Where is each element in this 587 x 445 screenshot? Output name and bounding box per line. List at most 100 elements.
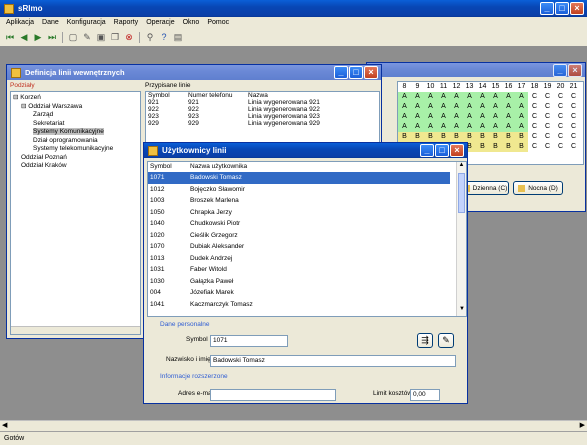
- schedule-cell[interactable]: C: [554, 112, 567, 122]
- schedule-cell[interactable]: C: [554, 132, 567, 142]
- schedule-cell[interactable]: B: [411, 132, 424, 142]
- table-row[interactable]: 922 922 Linia wygenerowana 922: [146, 106, 379, 113]
- schedule-cell[interactable]: A: [424, 102, 437, 112]
- schedule-cell[interactable]: C: [541, 92, 554, 102]
- schedule-cell[interactable]: A: [424, 92, 437, 102]
- help-icon[interactable]: ?: [158, 31, 170, 43]
- structure-tree[interactable]: ⊟ Korzeń ⊟ Oddział Warszawa Zarząd Sekre…: [10, 91, 141, 335]
- schedule-cell[interactable]: B: [502, 132, 515, 142]
- table-row[interactable]: 004 Józefiak Marek: [148, 287, 450, 299]
- schedule-cell[interactable]: C: [541, 112, 554, 122]
- schedule-cell[interactable]: A: [450, 92, 463, 102]
- menu-item-raporty[interactable]: Raporty: [114, 19, 139, 27]
- schedule-cell[interactable]: A: [489, 122, 502, 132]
- schedule-cell[interactable]: A: [502, 102, 515, 112]
- schedule-cell[interactable]: C: [567, 122, 580, 132]
- schedule-cell[interactable]: A: [450, 112, 463, 122]
- schedule-cell[interactable]: A: [489, 112, 502, 122]
- schedule-cell[interactable]: C: [554, 122, 567, 132]
- table-row[interactable]: 1071 Badowski Tomasz: [148, 172, 450, 184]
- schedule-cell[interactable]: B: [424, 132, 437, 142]
- schedule-cell[interactable]: A: [515, 122, 528, 132]
- search-icon[interactable]: ⚲: [144, 31, 156, 43]
- schedule-cell[interactable]: B: [437, 132, 450, 142]
- menu-item-aplikacja[interactable]: Aplikacja: [6, 19, 34, 27]
- schedule-cell[interactable]: C: [567, 92, 580, 102]
- menu-item-konfiguracja[interactable]: Konfiguracja: [67, 19, 106, 27]
- table-row[interactable]: 1030 Gałązka Paweł: [148, 276, 450, 288]
- table-row[interactable]: 1050 Chrapka Jerzy: [148, 207, 450, 219]
- schedule-cell[interactable]: C: [528, 142, 541, 152]
- schedule-cell[interactable]: A: [476, 102, 489, 112]
- symbol-input[interactable]: 1071: [210, 335, 288, 347]
- schedule-cell[interactable]: A: [437, 102, 450, 112]
- tree-node[interactable]: Dział oprogramowania: [13, 137, 138, 146]
- users-maximize-button[interactable]: □: [435, 144, 449, 157]
- schedule-cell[interactable]: C: [528, 102, 541, 112]
- name-input[interactable]: Badowski Tomasz: [210, 355, 456, 367]
- schedule-cell[interactable]: C: [528, 122, 541, 132]
- schedule-cell[interactable]: C: [554, 142, 567, 152]
- table-row[interactable]: 929 929 Linia wygenerowana 929: [146, 120, 379, 127]
- schedule-cell[interactable]: C: [567, 102, 580, 112]
- definition-minimize-button[interactable]: _: [334, 66, 348, 79]
- menu-item-dane[interactable]: Dane: [42, 19, 59, 27]
- next-record-icon[interactable]: ▶: [32, 31, 44, 43]
- last-record-icon[interactable]: ⏭: [46, 31, 58, 43]
- schedule-cell[interactable]: C: [541, 102, 554, 112]
- schedule-cell[interactable]: A: [424, 122, 437, 132]
- schedule-cell[interactable]: A: [463, 92, 476, 102]
- menu-item-okno[interactable]: Okno: [183, 19, 200, 27]
- schedule-cell[interactable]: A: [411, 122, 424, 132]
- schedule-cell[interactable]: C: [554, 92, 567, 102]
- schedule-cell[interactable]: A: [463, 122, 476, 132]
- schedule-cell[interactable]: A: [502, 92, 515, 102]
- schedule-cell[interactable]: A: [463, 102, 476, 112]
- schedule-cell[interactable]: B: [489, 132, 502, 142]
- definition-maximize-button[interactable]: □: [349, 66, 363, 79]
- users-scrollbar[interactable]: ▲ ▼: [456, 162, 466, 316]
- schedule-cell[interactable]: C: [567, 112, 580, 122]
- workspace-scrollbar[interactable]: ◀ ▶: [0, 420, 587, 430]
- schedule-cell[interactable]: A: [437, 122, 450, 132]
- tree-scrollbar[interactable]: [11, 326, 140, 334]
- scroll-up-icon[interactable]: ▲: [457, 162, 466, 172]
- maximize-button[interactable]: □: [555, 2, 569, 15]
- table-row[interactable]: 1031 Faber Witold: [148, 264, 450, 276]
- tree-node[interactable]: Oddział Kraków: [13, 162, 138, 171]
- schedule-cell[interactable]: A: [450, 122, 463, 132]
- copy-icon[interactable]: ❐: [109, 31, 121, 43]
- scroll-right-icon[interactable]: ▶: [580, 421, 585, 429]
- tree-node[interactable]: Systemy Komunikacyjne: [13, 128, 138, 137]
- schedule-cell[interactable]: A: [515, 112, 528, 122]
- tree-node[interactable]: Oddział Poznań: [13, 154, 138, 163]
- new-document-icon[interactable]: ▢: [67, 31, 79, 43]
- schedule-cell[interactable]: B: [515, 142, 528, 152]
- schedule-cell[interactable]: B: [476, 132, 489, 142]
- menu-item-pomoc[interactable]: Pomoc: [207, 19, 229, 27]
- table-row[interactable]: 1013 Dudek Andrzej: [148, 253, 450, 265]
- edit-user-button[interactable]: ✎: [438, 333, 454, 348]
- schedule-close-button[interactable]: ×: [568, 63, 582, 77]
- schedule-cell[interactable]: A: [424, 112, 437, 122]
- email-input[interactable]: [210, 389, 336, 401]
- schedule-cell[interactable]: B: [489, 142, 502, 152]
- tree-node[interactable]: Systemy telekomunikacyjne: [13, 145, 138, 154]
- tree-node[interactable]: Zarząd: [13, 111, 138, 120]
- schedule-cell[interactable]: B: [450, 132, 463, 142]
- table-row[interactable]: 1070 Dubiak Aleksander: [148, 241, 450, 253]
- table-row[interactable]: 1003 Broszek Marlena: [148, 195, 450, 207]
- table-icon[interactable]: ▤: [172, 31, 184, 43]
- schedule-cell[interactable]: C: [541, 122, 554, 132]
- close-button[interactable]: ×: [570, 2, 584, 15]
- schedule-cell[interactable]: C: [567, 142, 580, 152]
- scroll-down-icon[interactable]: ▼: [457, 306, 466, 316]
- schedule-cell[interactable]: A: [398, 122, 411, 132]
- users-minimize-button[interactable]: _: [420, 144, 434, 157]
- pick-user-button[interactable]: ⇶: [417, 333, 433, 348]
- night-tariff-button[interactable]: Nocna (D): [513, 181, 563, 195]
- table-row[interactable]: 1020 Cieślik Grzegorz: [148, 230, 450, 242]
- schedule-cell[interactable]: A: [450, 102, 463, 112]
- schedule-cell[interactable]: A: [463, 112, 476, 122]
- save-icon[interactable]: ▣: [95, 31, 107, 43]
